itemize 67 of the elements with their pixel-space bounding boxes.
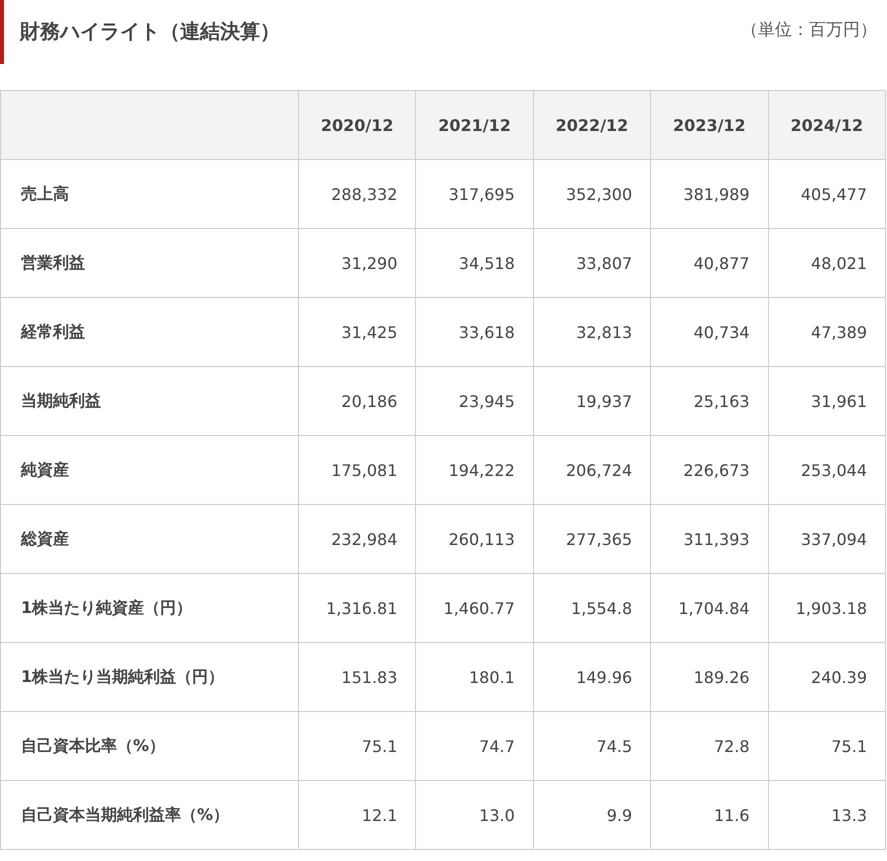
- row-label: 営業利益: [0, 228, 298, 298]
- table-cell: 72.8: [650, 712, 768, 780]
- row-label: 自己資本当期純利益率（%）: [0, 780, 298, 850]
- table-cell: 149.96: [533, 642, 651, 712]
- table-cell: 189.26: [650, 642, 768, 712]
- table-cell: 40,877: [650, 228, 768, 298]
- table-cell: 40,734: [650, 298, 768, 366]
- column-header: 2021/12: [416, 90, 534, 160]
- row-label: 総資産: [0, 504, 298, 574]
- table-cell: 337,094: [768, 504, 886, 574]
- table-cell: 381,989: [650, 160, 768, 228]
- table-cell: 11.6: [650, 780, 768, 850]
- row-label: 1株当たり純資産（円）: [0, 574, 298, 642]
- row-label: 経常利益: [0, 298, 298, 366]
- table-cell: 260,113: [416, 504, 534, 574]
- unit-label: （単位：百万円）: [741, 19, 878, 41]
- table-cell: 74.7: [416, 712, 534, 780]
- table-cell: 33,618: [416, 298, 534, 366]
- table-cell: 31,290: [298, 228, 416, 298]
- table-cell: 175,081: [298, 436, 416, 504]
- table-cell: 180.1: [416, 642, 534, 712]
- row-label: 当期純利益: [0, 366, 298, 436]
- table-cell: 1,704.84: [650, 574, 768, 642]
- table-cell: 240.39: [768, 642, 886, 712]
- table-cell: 1,903.18: [768, 574, 886, 642]
- table-cell: 31,961: [768, 366, 886, 436]
- table-cell: 1,316.81: [298, 574, 416, 642]
- table-cell: 311,393: [650, 504, 768, 574]
- table-cell: 1,554.8: [533, 574, 651, 642]
- table-cell: 277,365: [533, 504, 651, 574]
- table-cell: 1,460.77: [416, 574, 534, 642]
- table-cell: 206,724: [533, 436, 651, 504]
- table-cell: 19,937: [533, 366, 651, 436]
- table-cell: 253,044: [768, 436, 886, 504]
- row-label: 1株当たり当期純利益（円）: [0, 642, 298, 712]
- table-cell: 34,518: [416, 228, 534, 298]
- column-header: 2022/12: [533, 90, 651, 160]
- table-cell: 23,945: [416, 366, 534, 436]
- column-header: 2020/12: [298, 90, 416, 160]
- table-cell: 151.83: [298, 642, 416, 712]
- row-label: 純資産: [0, 436, 298, 504]
- table-cell: 31,425: [298, 298, 416, 366]
- table-cell: 20,186: [298, 366, 416, 436]
- row-label: 自己資本比率（%）: [0, 712, 298, 780]
- row-label: 売上高: [0, 160, 298, 228]
- table-cell: 74.5: [533, 712, 651, 780]
- table-cell: 13.3: [768, 780, 886, 850]
- table-cell: 33,807: [533, 228, 651, 298]
- table-cell: 48,021: [768, 228, 886, 298]
- table-cell: 75.1: [298, 712, 416, 780]
- table-cell: 13.0: [416, 780, 534, 850]
- table-cell: 194,222: [416, 436, 534, 504]
- table-cell: 232,984: [298, 504, 416, 574]
- table-cell: 317,695: [416, 160, 534, 228]
- table-cell: 288,332: [298, 160, 416, 228]
- column-header: 2024/12: [768, 90, 886, 160]
- table-cell: 32,813: [533, 298, 651, 366]
- column-header: 2023/12: [650, 90, 768, 160]
- table-cell: 352,300: [533, 160, 651, 228]
- table-cell: 12.1: [298, 780, 416, 850]
- table-cell: 226,673: [650, 436, 768, 504]
- table-cell: 405,477: [768, 160, 886, 228]
- table-cell: 9.9: [533, 780, 651, 850]
- table-cell: 47,389: [768, 298, 886, 366]
- table-cell: 25,163: [650, 366, 768, 436]
- section-title: 財務ハイライト（連結決算）: [0, 0, 280, 64]
- table-cell: 75.1: [768, 712, 886, 780]
